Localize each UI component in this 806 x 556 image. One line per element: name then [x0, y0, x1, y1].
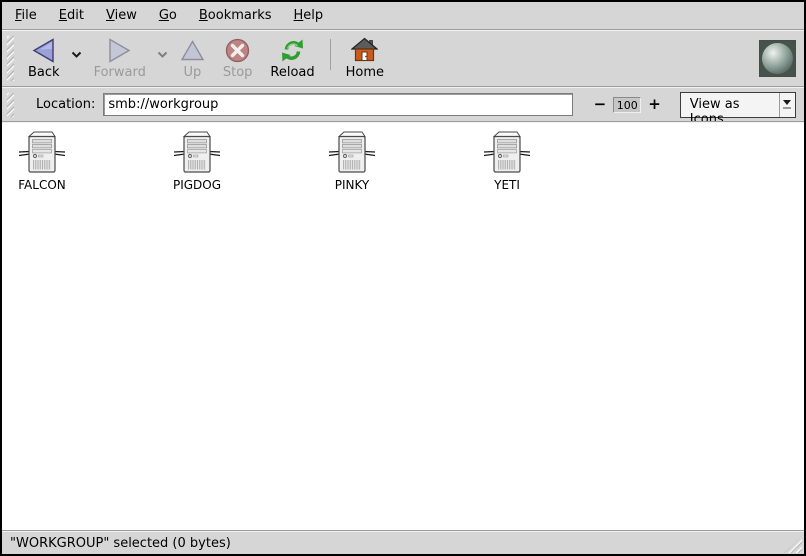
server-item-yeti[interactable]: YETI — [467, 131, 547, 192]
menu-file[interactable]: File — [4, 4, 48, 27]
menu-edit[interactable]: Edit — [48, 4, 95, 27]
menu-bookmarks[interactable]: Bookmarks — [188, 4, 283, 27]
server-name-label: YETI — [494, 178, 520, 192]
network-server-icon — [484, 131, 530, 175]
menu-bar: File Edit View Go Bookmarks Help — [2, 2, 804, 29]
view-as-label: View as Icons — [681, 93, 779, 117]
back-label: Back — [28, 65, 60, 80]
reload-icon — [279, 36, 306, 64]
up-label: Up — [183, 65, 201, 80]
home-icon — [351, 36, 378, 64]
window-resize-grip[interactable] — [784, 536, 802, 553]
home-button[interactable]: Home — [337, 33, 393, 84]
server-item-pinky[interactable]: PINKY — [312, 131, 392, 192]
stop-label: Stop — [223, 65, 253, 80]
server-name-label: FALCON — [18, 178, 66, 192]
forward-label: Forward — [94, 65, 146, 80]
toolbar: Back Forward Up — [2, 31, 804, 86]
reload-button[interactable]: Reload — [261, 33, 323, 84]
home-label: Home — [346, 65, 384, 80]
server-name-label: PIGDOG — [173, 178, 221, 192]
reload-label: Reload — [270, 65, 314, 80]
file-manager-window: File Edit View Go Bookmarks Help Back — [0, 0, 806, 556]
dropdown-arrow-icon — [780, 93, 795, 117]
toolbar-separator — [330, 39, 331, 70]
status-bar: "WORKGROUP" selected (0 bytes) — [2, 532, 804, 554]
forward-button[interactable]: Forward — [85, 33, 155, 84]
location-bar: Location: − 100 + View as Icons — [2, 88, 804, 121]
menu-go[interactable]: Go — [148, 4, 188, 27]
back-button[interactable]: Back — [19, 33, 69, 84]
back-icon — [31, 36, 56, 64]
stop-button[interactable]: Stop — [214, 33, 262, 84]
location-input[interactable] — [103, 93, 572, 116]
view-as-dropdown[interactable]: View as Icons — [680, 92, 796, 118]
server-item-pigdog[interactable]: PIGDOG — [157, 131, 237, 192]
toolbar-grip-handle[interactable] — [7, 36, 14, 81]
zoom-level-indicator[interactable]: 100 — [613, 97, 641, 113]
network-server-icon — [174, 131, 220, 175]
up-icon — [180, 36, 205, 64]
server-name-label: PINKY — [335, 178, 370, 192]
location-label: Location: — [36, 97, 95, 112]
back-history-dropdown[interactable] — [69, 47, 85, 63]
network-server-icon — [19, 131, 65, 175]
zoom-control: − 100 + — [589, 97, 666, 113]
server-item-falcon[interactable]: FALCON — [2, 131, 82, 192]
up-button[interactable]: Up — [171, 33, 214, 84]
server-icon-row: FALCON PIGDOG PINKY YETI — [2, 131, 804, 192]
icon-view-canvas: FALCON PIGDOG PINKY YETI — [2, 123, 804, 530]
forward-history-dropdown[interactable] — [155, 47, 171, 63]
menu-help[interactable]: Help — [283, 4, 335, 27]
stop-icon — [225, 36, 250, 64]
throbber-sphere-icon — [762, 43, 793, 74]
network-server-icon — [329, 131, 375, 175]
zoom-out-button[interactable]: − — [589, 97, 612, 112]
menu-view[interactable]: View — [95, 4, 148, 27]
throbber — [759, 40, 796, 77]
location-bar-grip-handle[interactable] — [7, 93, 14, 117]
forward-icon — [107, 36, 132, 64]
throbber-frame — [759, 40, 796, 77]
zoom-in-button[interactable]: + — [643, 97, 666, 112]
status-text: "WORKGROUP" selected (0 bytes) — [10, 536, 231, 551]
